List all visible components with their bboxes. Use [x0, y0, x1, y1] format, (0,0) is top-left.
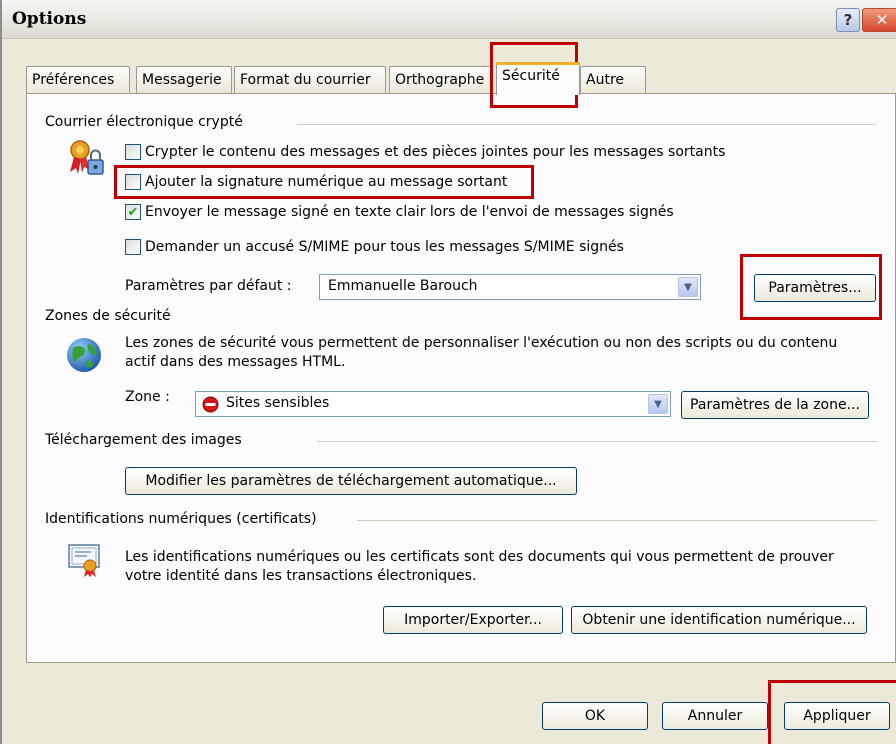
zone-settings-button[interactable]: Paramètres de la zone... [681, 391, 869, 419]
digital-ids-title: Identifications numériques (certificats) [45, 511, 317, 527]
tab-preferences[interactable]: Préférences [26, 66, 130, 93]
tab-autre[interactable]: Autre [580, 66, 646, 93]
sign-checkbox[interactable] [125, 174, 141, 190]
digital-ids-description: Les identifications numériques ou les ce… [125, 549, 834, 584]
zone-value: Sites sensibles [226, 395, 330, 411]
apply-button[interactable]: Appliquer [784, 702, 890, 730]
title-bar[interactable]: Options ? ✕ [2, 0, 896, 39]
get-digital-id-button[interactable]: Obtenir une identification numérique... [571, 606, 867, 634]
settings-button[interactable]: Paramètres... [754, 274, 876, 302]
tab-securite[interactable]: Sécurité [496, 62, 580, 95]
default-settings-select[interactable]: Emmanuelle Barouch ▼ [319, 274, 701, 300]
chevron-down-icon[interactable]: ▼ [678, 277, 698, 297]
window-title: Options [12, 9, 87, 29]
encrypt-option[interactable]: Crypter le contenu des messages et des p… [125, 144, 725, 160]
security-zones-description: Les zones de sécurité vous permettent de… [125, 335, 838, 370]
globe-icon [67, 338, 101, 372]
cancel-button[interactable]: Annuler [662, 702, 768, 730]
zone-select[interactable]: Sites sensibles ▼ [195, 391, 671, 417]
sign-label: Ajouter la signature numérique au messag… [145, 174, 508, 190]
options-dialog: Options ? ✕ Préférences Messagerie Forma… [0, 0, 896, 744]
receipt-option[interactable]: Demander un accusé S/MIME pour tous les … [125, 239, 624, 255]
tab-format-courrier[interactable]: Format du courrier [234, 66, 386, 93]
default-settings-label: Paramètres par défaut : [125, 278, 292, 294]
sign-option[interactable]: Ajouter la signature numérique au messag… [125, 174, 507, 190]
clear-text-label: Envoyer le message signé en texte clair … [145, 204, 674, 220]
image-download-title: Téléchargement des images [45, 432, 242, 448]
zone-label: Zone : [125, 389, 170, 405]
default-settings-value: Emmanuelle Barouch [328, 278, 478, 294]
security-zones-title: Zones de sécurité [45, 308, 171, 324]
encrypt-label: Crypter le contenu des messages et des p… [145, 144, 726, 160]
close-button[interactable]: ✕ [862, 8, 896, 32]
certificate-icon [68, 544, 100, 577]
separator [297, 124, 877, 125]
encrypt-checkbox[interactable] [125, 144, 141, 160]
tab-orthographe[interactable]: Orthographe [389, 66, 493, 93]
restricted-zone-icon [202, 396, 219, 413]
separator [317, 441, 877, 442]
security-panel: Courrier électronique crypté Crypter le … [26, 93, 896, 663]
help-button[interactable]: ? [836, 8, 860, 32]
tab-messagerie[interactable]: Messagerie [136, 66, 232, 93]
clear-text-option[interactable]: ✔ Envoyer le message signé en texte clai… [125, 204, 674, 220]
receipt-checkbox[interactable] [125, 239, 141, 255]
separator [357, 520, 877, 521]
certificate-lock-icon [70, 140, 104, 175]
receipt-label: Demander un accusé S/MIME pour tous les … [145, 239, 624, 255]
chevron-down-icon[interactable]: ▼ [648, 394, 668, 414]
import-export-button[interactable]: Importer/Exporter... [383, 606, 563, 634]
download-settings-button[interactable]: Modifier les paramètres de téléchargemen… [125, 467, 577, 495]
clear-text-checkbox[interactable]: ✔ [125, 204, 141, 220]
secure-mail-title: Courrier électronique crypté [45, 114, 243, 130]
ok-button[interactable]: OK [542, 702, 648, 730]
